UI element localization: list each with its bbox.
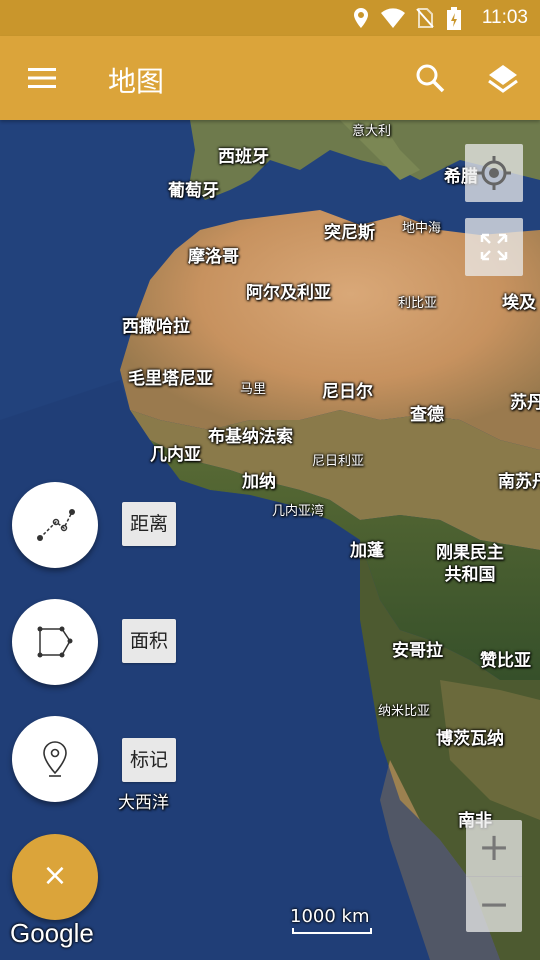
- map-label-egypt: 埃及: [502, 293, 536, 313]
- layers-icon[interactable]: [486, 62, 520, 96]
- status-time: 11:03: [481, 7, 528, 28]
- map-label-burkina-faso: 布基纳法索: [208, 427, 293, 447]
- map-label-tunisia: 突尼斯: [324, 223, 375, 243]
- map-label-niger: 尼日尔: [322, 382, 373, 402]
- map-label-ghana: 加纳: [242, 472, 276, 492]
- location-icon: [354, 8, 368, 28]
- google-attribution: Google: [10, 918, 94, 948]
- map-label-drc: 刚果民主 共和国: [436, 543, 504, 585]
- marker-tool-button[interactable]: [12, 716, 98, 802]
- map-label-mediterranean: 地中海: [402, 221, 442, 236]
- map-label-namibia: 纳米比亚: [378, 704, 431, 719]
- map-label-chad: 查德: [410, 405, 444, 425]
- map-label-morocco: 摩洛哥: [188, 247, 239, 267]
- close-icon: ×: [42, 858, 68, 893]
- my-location-icon: [477, 156, 511, 190]
- map-label-south-sudan: 南苏丹: [498, 472, 540, 492]
- area-tool-label[interactable]: 面积: [122, 619, 177, 663]
- map-label-western-sahara: 西撒哈拉: [122, 317, 190, 337]
- no-sim-icon: [416, 8, 434, 28]
- menu-icon[interactable]: [26, 66, 58, 90]
- map-label-gabon: 加蓬: [350, 541, 384, 561]
- zoom-in-button[interactable]: +: [466, 820, 522, 876]
- zoom-out-button[interactable]: −: [466, 877, 522, 933]
- wifi-icon: [381, 8, 405, 28]
- status-bar: 11:03: [0, 0, 540, 36]
- distance-tool-button[interactable]: [12, 482, 98, 568]
- map-label-mali: 马里: [240, 382, 267, 397]
- map-label-atlantic: 大西洋: [118, 793, 169, 813]
- map-label-angola: 安哥拉: [392, 641, 443, 661]
- map-label-zambia: 赞比亚: [480, 651, 531, 671]
- fullscreen-button[interactable]: [465, 218, 523, 276]
- map-label-guinea: 几内亚: [150, 445, 201, 465]
- map-label-nigeria: 尼日利亚: [312, 454, 365, 469]
- close-fab-button[interactable]: ×: [12, 834, 98, 920]
- app-bar: 地图: [0, 36, 540, 120]
- map-label-sudan: 苏丹: [510, 393, 540, 413]
- search-icon[interactable]: [414, 62, 446, 94]
- distance-path-icon: [37, 509, 75, 541]
- zoom-controls: + −: [466, 820, 522, 932]
- area-polygon-icon: [37, 626, 73, 658]
- fullscreen-icon: [480, 233, 508, 261]
- page-title: 地图: [108, 65, 165, 98]
- map-label-botswana: 博茨瓦纳: [436, 729, 504, 749]
- distance-tool-label[interactable]: 距离: [122, 502, 177, 546]
- marker-tool-label[interactable]: 标记: [122, 738, 177, 782]
- battery-charging-icon: [447, 7, 461, 30]
- map-label-spain: 西班牙: [218, 147, 269, 167]
- my-location-button[interactable]: [465, 144, 523, 202]
- map-label-portugal: 葡萄牙: [168, 181, 219, 201]
- map-label-mauritania: 毛里塔尼亚: [128, 369, 213, 389]
- map-label-italy: 意大利: [352, 124, 392, 139]
- scale-bar: [292, 928, 372, 934]
- area-tool-button[interactable]: [12, 599, 98, 685]
- map-label-algeria: 阿尔及利亚: [246, 283, 331, 303]
- scale-label: 1000 km: [290, 906, 370, 927]
- map-label-gulf-of-guinea: 几内亚湾: [272, 504, 325, 519]
- map-label-libya: 利比亚: [398, 296, 438, 311]
- map-pin-icon: [43, 741, 67, 777]
